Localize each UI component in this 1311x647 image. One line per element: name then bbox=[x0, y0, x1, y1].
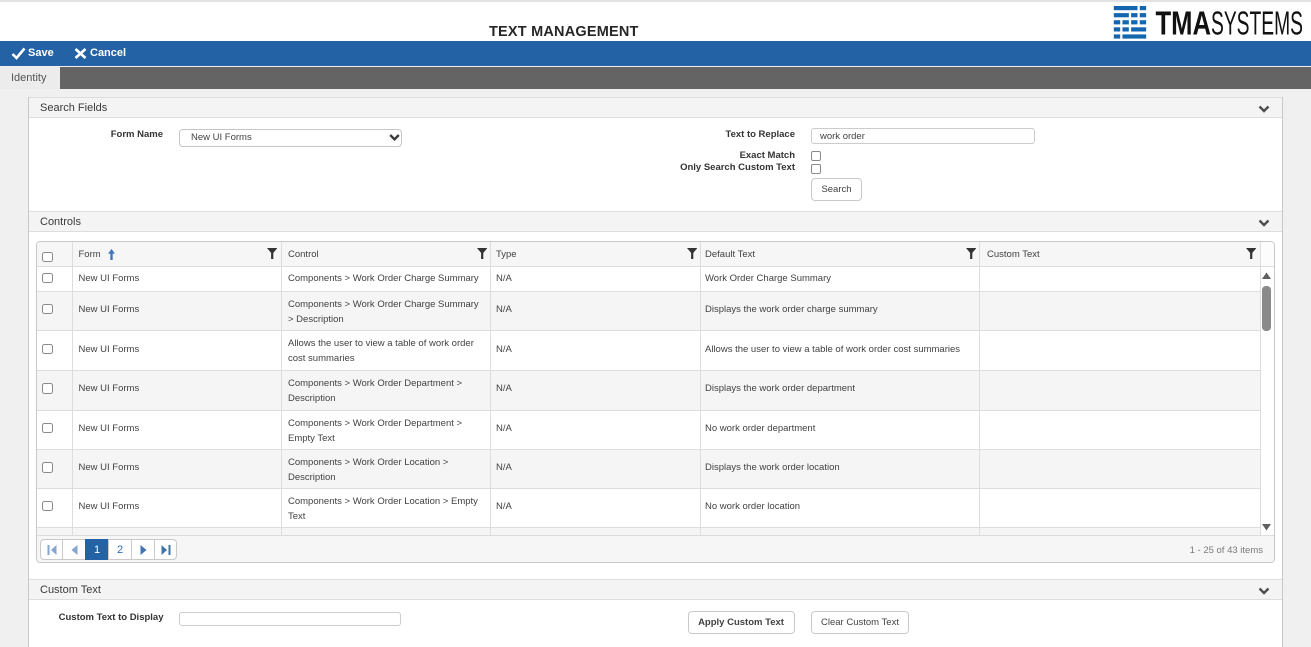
svg-text:SYSTEMS: SYSTEMS bbox=[1211, 5, 1303, 40]
svg-text:TMA: TMA bbox=[1156, 5, 1212, 40]
